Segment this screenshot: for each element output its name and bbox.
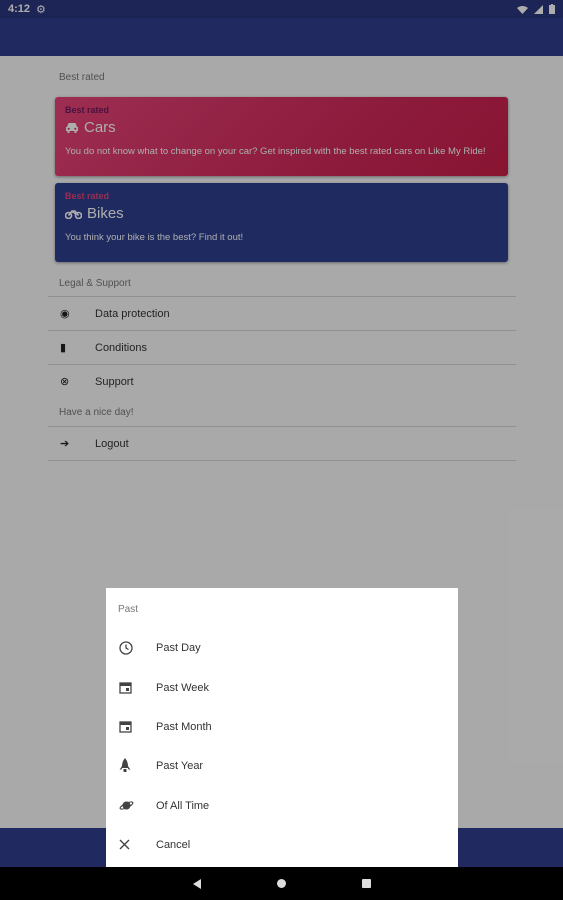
option-label: Past Day <box>156 641 201 654</box>
option-cancel[interactable]: Cancel <box>106 825 458 864</box>
sheet-title: Past <box>118 604 139 615</box>
calendar-icon <box>119 682 132 694</box>
calendar-icon <box>119 721 132 733</box>
option-past-day[interactable]: Past Day <box>106 628 458 667</box>
home-icon[interactable] <box>276 879 286 888</box>
close-icon <box>119 839 130 850</box>
past-options-sheet: Past Past Day Past Week Past Month Past … <box>106 588 458 867</box>
planet-icon <box>119 801 134 810</box>
system-navigation-bar <box>0 867 563 900</box>
option-of-all-time[interactable]: Of All Time <box>106 786 458 825</box>
option-label: Past Year <box>156 759 204 772</box>
option-label: Past Month <box>156 720 212 733</box>
recents-icon[interactable] <box>361 879 371 888</box>
option-past-year[interactable]: Past Year <box>106 746 458 785</box>
clock-icon <box>119 640 133 655</box>
rocket-icon <box>119 758 131 772</box>
option-label: Cancel <box>156 838 191 851</box>
back-icon[interactable] <box>192 878 201 889</box>
option-label: Past Week <box>156 681 209 694</box>
option-past-month[interactable]: Past Month <box>106 707 458 746</box>
option-past-week[interactable]: Past Week <box>106 668 458 707</box>
option-label: Of All Time <box>156 799 210 812</box>
